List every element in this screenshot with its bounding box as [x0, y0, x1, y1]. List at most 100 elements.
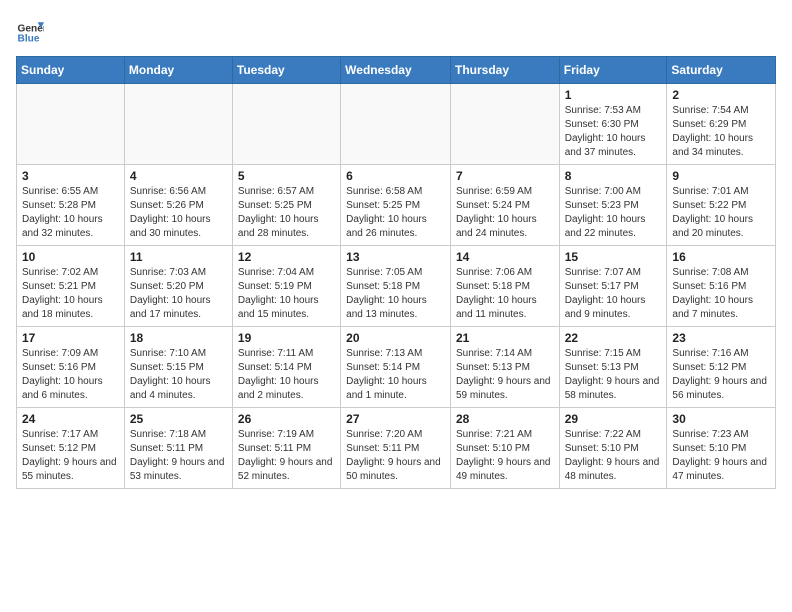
calendar-cell: 22 Sunrise: 7:15 AM Sunset: 5:13 PM Dayli…	[559, 327, 667, 408]
calendar-cell: 27 Sunrise: 7:20 AM Sunset: 5:11 PM Dayli…	[341, 408, 451, 489]
calendar-cell: 25 Sunrise: 7:18 AM Sunset: 5:11 PM Dayli…	[124, 408, 232, 489]
day-info: Sunrise: 6:56 AM Sunset: 5:26 PM Dayligh…	[130, 185, 227, 241]
day-info: Sunrise: 6:55 AM Sunset: 5:28 PM Dayligh…	[22, 185, 119, 241]
day-info: Sunrise: 6:58 AM Sunset: 5:25 PM Dayligh…	[346, 185, 445, 241]
day-number: 20	[346, 331, 445, 345]
calendar-cell: 11 Sunrise: 7:03 AM Sunset: 5:20 PM Dayli…	[124, 246, 232, 327]
calendar-cell	[17, 84, 125, 165]
day-number: 24	[22, 412, 119, 426]
day-number: 4	[130, 169, 227, 183]
page-header: General Blue	[16, 16, 776, 44]
day-info: Sunrise: 7:53 AM Sunset: 6:30 PM Dayligh…	[565, 104, 662, 160]
day-info: Sunrise: 7:20 AM Sunset: 5:11 PM Dayligh…	[346, 428, 445, 484]
calendar-cell: 20 Sunrise: 7:13 AM Sunset: 5:14 PM Dayli…	[341, 327, 451, 408]
day-number: 22	[565, 331, 662, 345]
calendar-cell: 12 Sunrise: 7:04 AM Sunset: 5:19 PM Dayli…	[232, 246, 340, 327]
day-number: 11	[130, 250, 227, 264]
calendar-cell: 3 Sunrise: 6:55 AM Sunset: 5:28 PM Daylig…	[17, 165, 125, 246]
calendar-cell: 23 Sunrise: 7:16 AM Sunset: 5:12 PM Dayli…	[667, 327, 776, 408]
calendar-cell: 1 Sunrise: 7:53 AM Sunset: 6:30 PM Daylig…	[559, 84, 667, 165]
calendar-cell: 26Sunrise: 7:19 AM Sunset: 5:11 PM Dayli…	[232, 408, 340, 489]
calendar-cell: 19 Sunrise: 7:11 AM Sunset: 5:14 PM Dayli…	[232, 327, 340, 408]
day-info: Sunrise: 7:09 AM Sunset: 5:16 PM Dayligh…	[22, 347, 119, 403]
calendar-cell: 8 Sunrise: 7:00 AM Sunset: 5:23 PM Daylig…	[559, 165, 667, 246]
day-number: 18	[130, 331, 227, 345]
day-info: Sunrise: 7:08 AM Sunset: 5:16 PM Dayligh…	[672, 266, 770, 322]
day-info: Sunrise: 7:14 AM Sunset: 5:13 PM Dayligh…	[456, 347, 554, 403]
calendar-cell: 10 Sunrise: 7:02 AM Sunset: 5:21 PM Dayli…	[17, 246, 125, 327]
weekday-header-monday: Monday	[124, 57, 232, 84]
day-info: Sunrise: 7:06 AM Sunset: 5:18 PM Dayligh…	[456, 266, 554, 322]
day-info: Sunrise: 7:04 AM Sunset: 5:19 PM Dayligh…	[238, 266, 335, 322]
day-number: 23	[672, 331, 770, 345]
calendar-week-2: 3 Sunrise: 6:55 AM Sunset: 5:28 PM Daylig…	[17, 165, 776, 246]
calendar-cell	[124, 84, 232, 165]
day-info: Sunrise: 7:23 AM Sunset: 5:10 PM Dayligh…	[672, 428, 770, 484]
day-info: Sunrise: 7:01 AM Sunset: 5:22 PM Dayligh…	[672, 185, 770, 241]
calendar-cell: 13 Sunrise: 7:05 AM Sunset: 5:18 PM Dayli…	[341, 246, 451, 327]
calendar-cell: 2Sunrise: 7:54 AM Sunset: 6:29 PM Daylig…	[667, 84, 776, 165]
day-number: 5	[238, 169, 335, 183]
weekday-header-saturday: Saturday	[667, 57, 776, 84]
day-number: 8	[565, 169, 662, 183]
calendar-cell	[232, 84, 340, 165]
day-number: 9	[672, 169, 770, 183]
day-info: Sunrise: 7:19 AM Sunset: 5:11 PM Dayligh…	[238, 428, 335, 484]
day-info: Sunrise: 7:17 AM Sunset: 5:12 PM Dayligh…	[22, 428, 119, 484]
calendar-cell: 15Sunrise: 7:07 AM Sunset: 5:17 PM Dayli…	[559, 246, 667, 327]
day-number: 3	[22, 169, 119, 183]
calendar-cell: 30 Sunrise: 7:23 AM Sunset: 5:10 PM Dayli…	[667, 408, 776, 489]
day-info: Sunrise: 7:10 AM Sunset: 5:15 PM Dayligh…	[130, 347, 227, 403]
day-info: Sunrise: 7:21 AM Sunset: 5:10 PM Dayligh…	[456, 428, 554, 484]
day-number: 1	[565, 88, 662, 102]
weekday-header-tuesday: Tuesday	[232, 57, 340, 84]
calendar-cell: 7Sunrise: 6:59 AM Sunset: 5:24 PM Daylig…	[450, 165, 559, 246]
calendar-cell: 5 Sunrise: 6:57 AM Sunset: 5:25 PM Daylig…	[232, 165, 340, 246]
weekday-header-thursday: Thursday	[450, 57, 559, 84]
calendar-table: SundayMondayTuesdayWednesdayThursdayFrid…	[16, 56, 776, 489]
calendar-cell: 17Sunrise: 7:09 AM Sunset: 5:16 PM Dayli…	[17, 327, 125, 408]
calendar-week-1: 1 Sunrise: 7:53 AM Sunset: 6:30 PM Daylig…	[17, 84, 776, 165]
day-number: 13	[346, 250, 445, 264]
calendar-cell	[341, 84, 451, 165]
day-info: Sunrise: 7:16 AM Sunset: 5:12 PM Dayligh…	[672, 347, 770, 403]
day-number: 27	[346, 412, 445, 426]
calendar-cell: 16 Sunrise: 7:08 AM Sunset: 5:16 PM Dayli…	[667, 246, 776, 327]
calendar-cell: 9 Sunrise: 7:01 AM Sunset: 5:22 PM Daylig…	[667, 165, 776, 246]
day-info: Sunrise: 7:15 AM Sunset: 5:13 PM Dayligh…	[565, 347, 662, 403]
calendar-cell: 21Sunrise: 7:14 AM Sunset: 5:13 PM Dayli…	[450, 327, 559, 408]
day-info: Sunrise: 7:03 AM Sunset: 5:20 PM Dayligh…	[130, 266, 227, 322]
day-number: 19	[238, 331, 335, 345]
day-info: Sunrise: 6:57 AM Sunset: 5:25 PM Dayligh…	[238, 185, 335, 241]
day-number: 6	[346, 169, 445, 183]
day-number: 10	[22, 250, 119, 264]
day-info: Sunrise: 7:11 AM Sunset: 5:14 PM Dayligh…	[238, 347, 335, 403]
calendar-cell: 28 Sunrise: 7:21 AM Sunset: 5:10 PM Dayli…	[450, 408, 559, 489]
calendar-week-3: 10 Sunrise: 7:02 AM Sunset: 5:21 PM Dayli…	[17, 246, 776, 327]
calendar-week-4: 17Sunrise: 7:09 AM Sunset: 5:16 PM Dayli…	[17, 327, 776, 408]
day-info: Sunrise: 7:00 AM Sunset: 5:23 PM Dayligh…	[565, 185, 662, 241]
weekday-header-wednesday: Wednesday	[341, 57, 451, 84]
calendar-cell: 14 Sunrise: 7:06 AM Sunset: 5:18 PM Dayli…	[450, 246, 559, 327]
day-info: Sunrise: 7:02 AM Sunset: 5:21 PM Dayligh…	[22, 266, 119, 322]
day-number: 14	[456, 250, 554, 264]
weekday-header-friday: Friday	[559, 57, 667, 84]
day-number: 30	[672, 412, 770, 426]
day-info: Sunrise: 7:07 AM Sunset: 5:17 PM Dayligh…	[565, 266, 662, 322]
day-number: 7	[456, 169, 554, 183]
calendar-cell: 18 Sunrise: 7:10 AM Sunset: 5:15 PM Dayli…	[124, 327, 232, 408]
svg-text:Blue: Blue	[18, 34, 40, 44]
calendar-week-5: 24 Sunrise: 7:17 AM Sunset: 5:12 PM Dayli…	[17, 408, 776, 489]
day-info: Sunrise: 7:22 AM Sunset: 5:10 PM Dayligh…	[565, 428, 662, 484]
day-number: 16	[672, 250, 770, 264]
day-info: Sunrise: 7:05 AM Sunset: 5:18 PM Dayligh…	[346, 266, 445, 322]
day-number: 12	[238, 250, 335, 264]
logo: General Blue	[16, 16, 44, 44]
day-number: 28	[456, 412, 554, 426]
day-number: 2	[672, 88, 770, 102]
calendar-cell: 24 Sunrise: 7:17 AM Sunset: 5:12 PM Dayli…	[17, 408, 125, 489]
day-info: Sunrise: 7:13 AM Sunset: 5:14 PM Dayligh…	[346, 347, 445, 403]
day-info: Sunrise: 7:18 AM Sunset: 5:11 PM Dayligh…	[130, 428, 227, 484]
calendar-cell	[450, 84, 559, 165]
day-number: 25	[130, 412, 227, 426]
